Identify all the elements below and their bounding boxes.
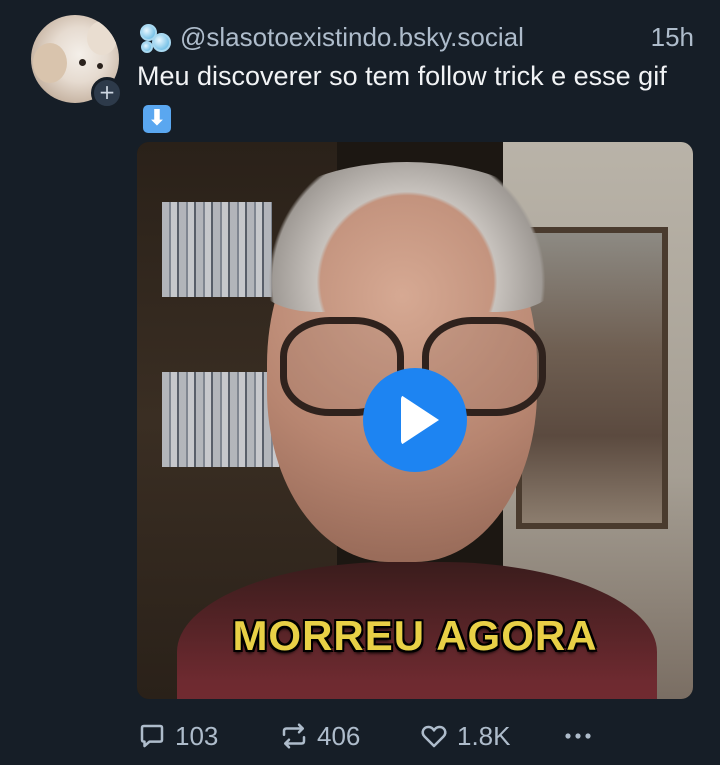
reply-icon: [140, 724, 164, 748]
avatar-dog-eye: [79, 59, 86, 66]
reply-button[interactable]: 103: [137, 718, 218, 754]
repost-icon: [282, 723, 306, 749]
video-books: [162, 202, 272, 297]
post-timestamp[interactable]: 15h: [651, 22, 694, 53]
post-actions: 103 406 1.8K: [137, 718, 697, 754]
video-person-hair: [257, 162, 557, 312]
post-header: @slasotoexistindo.bsky.social 15h: [138, 20, 698, 54]
author-avatar-container[interactable]: +: [31, 15, 123, 109]
heart-icon: [421, 725, 447, 748]
video-caption: MORREU AGORA: [232, 612, 598, 659]
down-arrow-emoji-icon: ⬇: [143, 105, 171, 133]
avatar-dog-ear: [87, 21, 117, 55]
play-button[interactable]: [363, 368, 467, 472]
play-icon: [401, 395, 439, 445]
bubbles-icon: [138, 22, 172, 53]
more-icon: [565, 733, 591, 739]
reply-count: 103: [175, 720, 219, 751]
post-body: Meu discoverer so tem follow trick e ess…: [137, 61, 667, 91]
follow-button[interactable]: +: [91, 77, 123, 109]
repost-count: 406: [317, 720, 361, 751]
repost-button[interactable]: 406: [279, 718, 360, 754]
like-button[interactable]: 1.8K: [419, 718, 511, 754]
like-count: 1.8K: [457, 720, 511, 751]
more-button[interactable]: [561, 718, 603, 754]
post-text: Meu discoverer so tem follow trick e ess…: [137, 58, 697, 133]
avatar-dog-ear: [33, 43, 67, 83]
author-handle[interactable]: @slasotoexistindo.bsky.social: [180, 22, 651, 53]
avatar-dog-nose: [97, 63, 103, 69]
video-books: [162, 372, 282, 467]
video-embed[interactable]: MORREU AGORA: [137, 142, 693, 699]
